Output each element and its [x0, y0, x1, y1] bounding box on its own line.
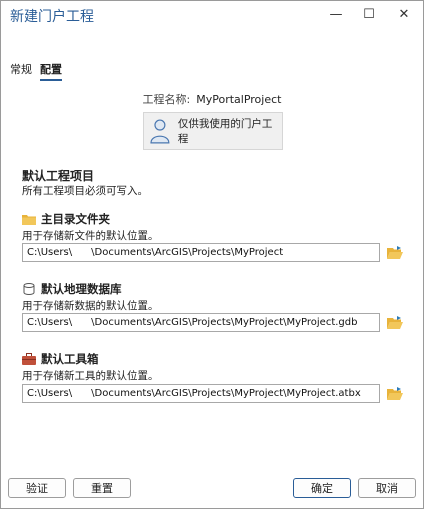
reset-button[interactable]: 重置 — [73, 478, 131, 498]
project-name-label: 工程名称: — [142, 93, 191, 106]
default-items-description: 所有工程项目必须可写入。 — [22, 185, 148, 197]
cancel-button[interactable]: 取消 — [358, 478, 416, 498]
default-toolbox-label: 默认工具箱 — [41, 352, 99, 366]
default-toolbox-path-input[interactable] — [22, 384, 380, 403]
person-icon — [150, 119, 170, 144]
minimize-button[interactable]: — — [323, 3, 349, 25]
validate-button[interactable]: 验证 — [8, 478, 66, 498]
title-bar: 新建门户工程 — ☐ ✕ — [1, 1, 423, 28]
default-toolbox-title: 默认工具箱 — [22, 351, 99, 367]
browse-folder-icon[interactable] — [387, 246, 403, 260]
maximize-button[interactable]: ☐ — [356, 3, 382, 25]
project-name-value: MyPortalProject — [196, 93, 282, 106]
home-folder-label: 主目录文件夹 — [41, 212, 110, 226]
browse-toolbox-icon[interactable] — [387, 387, 403, 401]
folder-icon — [22, 215, 36, 225]
new-portal-project-dialog: 新建门户工程 — ☐ ✕ 常规 配置 工程名称: MyPortalProject … — [0, 0, 424, 509]
database-icon — [23, 283, 35, 295]
dialog-title: 新建门户工程 — [10, 9, 94, 25]
default-toolbox-description: 用于存储新工具的默认位置。 — [22, 370, 159, 382]
home-folder-path-input[interactable] — [22, 243, 380, 262]
default-geodatabase-description: 用于存储新数据的默认位置。 — [22, 300, 159, 312]
browse-geodatabase-icon[interactable] — [387, 316, 403, 330]
close-button[interactable]: ✕ — [391, 3, 417, 25]
home-folder-description: 用于存储新文件的默认位置。 — [22, 230, 159, 242]
tab-general[interactable]: 常规 — [10, 61, 32, 79]
ok-button[interactable]: 确定 — [293, 478, 351, 498]
default-geodatabase-label: 默认地理数据库 — [41, 282, 122, 296]
tab-configuration[interactable]: 配置 — [40, 61, 62, 81]
default-geodatabase-path-input[interactable] — [22, 313, 380, 332]
toolbox-icon — [22, 353, 36, 365]
portal-project-owner-button[interactable]: 仅供我使用的门户工程 — [143, 112, 283, 150]
home-folder-title: 主目录文件夹 — [22, 211, 110, 227]
default-geodatabase-title: 默认地理数据库 — [22, 281, 122, 297]
portal-project-owner-label: 仅供我使用的门户工程 — [177, 118, 273, 145]
default-items-title: 默认工程项目 — [22, 169, 95, 183]
project-name-row: 工程名称: MyPortalProject — [1, 91, 423, 107]
